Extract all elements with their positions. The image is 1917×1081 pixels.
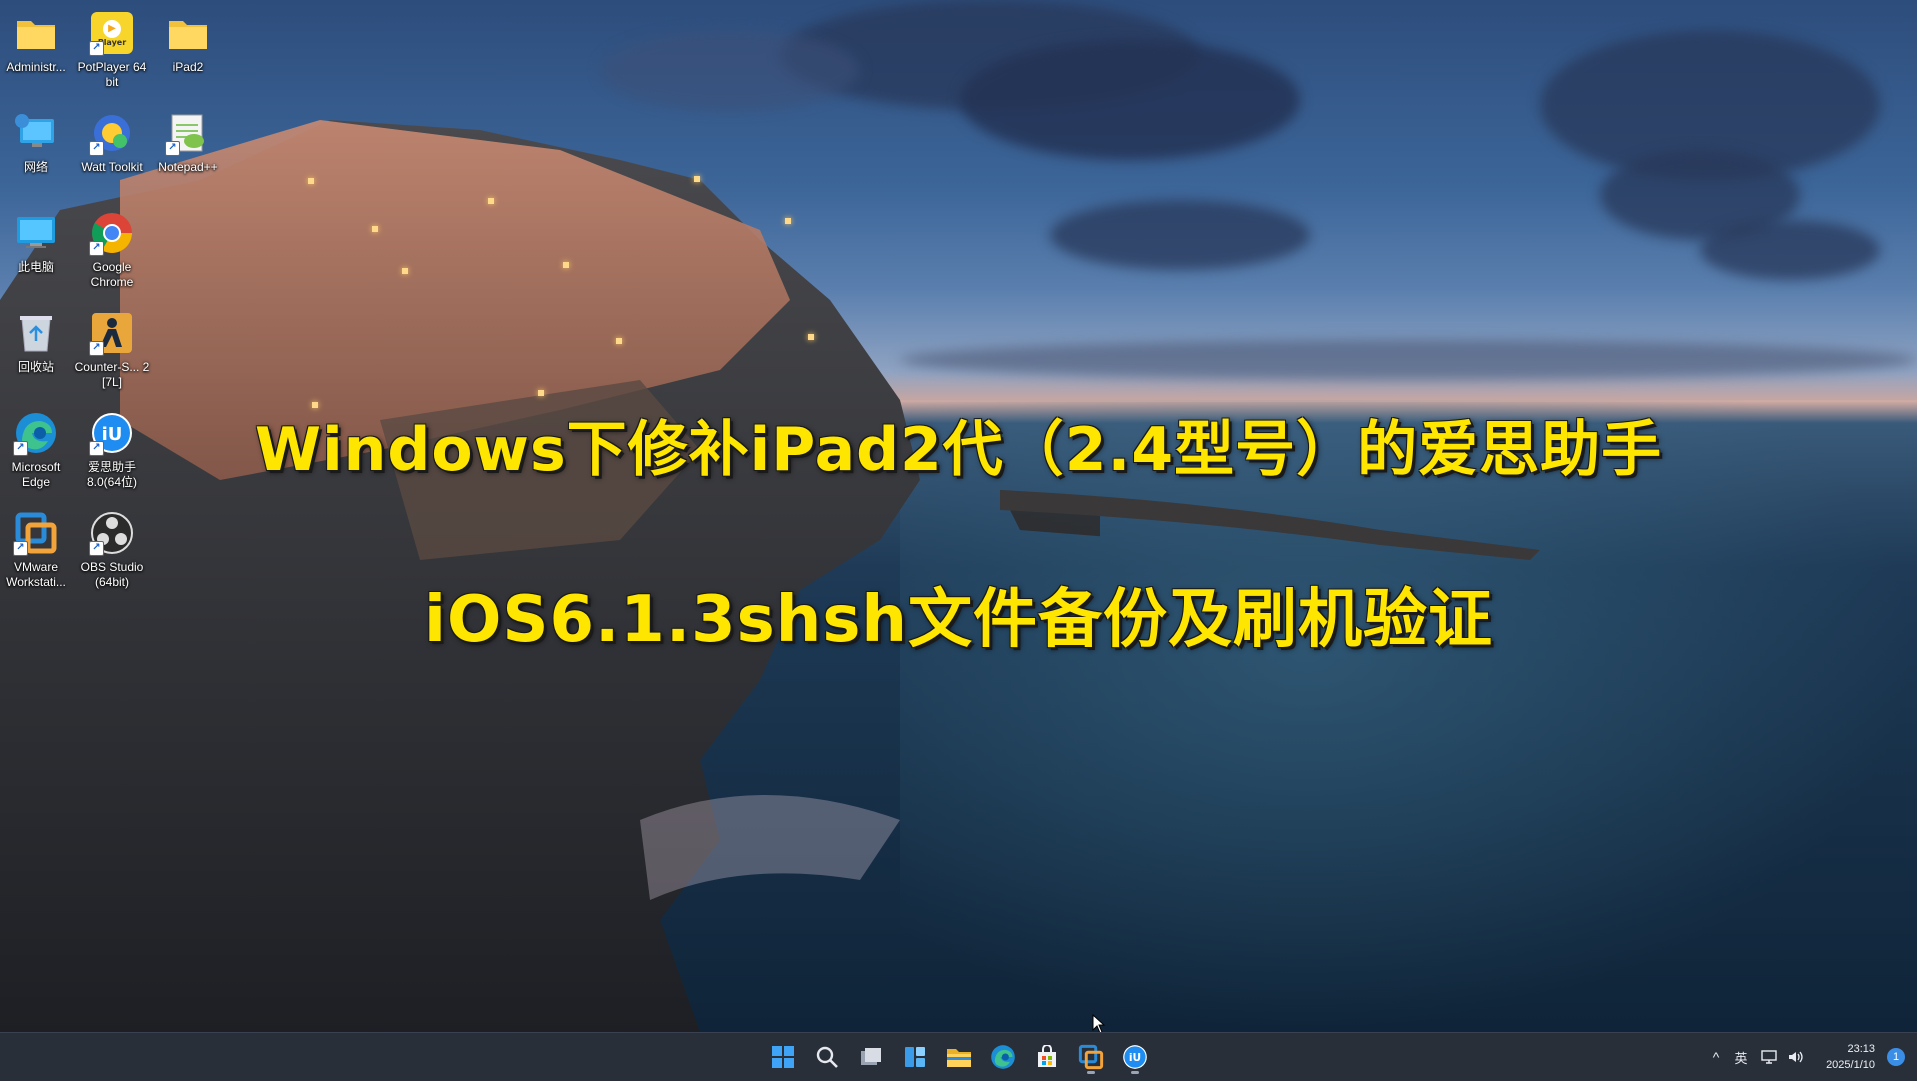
shortcut-arrow-icon: ↗ xyxy=(89,241,104,256)
desktop-icon-counter-strike[interactable]: ↗ Counter-S... 2 [7L] xyxy=(74,304,150,394)
desktop-icon-label: Counter-S... 2 [7L] xyxy=(74,360,150,389)
desktop-icon-label: Notepad++ xyxy=(158,160,218,174)
desktop-icon-administrator[interactable]: Administr... xyxy=(0,4,74,94)
desktop-icon-watt-toolkit[interactable]: ↗ Watt Toolkit xyxy=(74,104,150,194)
search-icon xyxy=(816,1046,838,1068)
potplayer-icon: ▶ Player ↗ xyxy=(89,10,135,56)
desktop-icon-potplayer[interactable]: ▶ Player ↗ PotPlayer 64 bit xyxy=(74,4,150,94)
desktop-icon-network[interactable]: 网络 xyxy=(0,104,74,194)
overlay-subtitle: iOS6.1.3shsh文件备份及刷机验证 xyxy=(424,583,1493,657)
desktop-icon-label: Google Chrome xyxy=(90,260,134,289)
edge-icon xyxy=(991,1045,1015,1069)
notification-badge[interactable]: 1 xyxy=(1887,1048,1905,1066)
start-button[interactable] xyxy=(765,1039,801,1075)
this-pc-icon xyxy=(13,210,59,256)
i4-assistant-button[interactable]: iU xyxy=(1117,1039,1153,1075)
desktop-icon-label: 回收站 xyxy=(17,360,54,374)
overlay-title: Windows下修补iPad2代（2.4型号）的爱思助手 xyxy=(254,415,1663,485)
edge-button[interactable] xyxy=(985,1039,1021,1075)
shortcut-arrow-icon: ↗ xyxy=(89,41,104,56)
widgets-icon xyxy=(905,1047,925,1067)
vmware-icon: ↗ xyxy=(13,510,59,556)
folder-icon xyxy=(947,1049,971,1067)
i4-assistant-icon: iU xyxy=(1123,1045,1147,1069)
desktop-icon-ipad2-folder[interactable]: iPad2 xyxy=(150,4,226,94)
desktop-icon-recycle-bin[interactable]: 回收站 xyxy=(0,304,74,394)
desktop-icon-google-chrome[interactable]: ↗ Google Chrome xyxy=(74,204,150,294)
mouse-cursor-icon xyxy=(1092,1013,1106,1032)
shortcut-arrow-icon: ↗ xyxy=(89,541,104,556)
windows-logo-icon xyxy=(772,1046,794,1068)
counter-strike-icon: ↗ xyxy=(89,310,135,356)
clock-time: 23:13 xyxy=(1847,1043,1875,1055)
network-status-icon[interactable] xyxy=(1756,1049,1782,1065)
obs-icon: ↗ xyxy=(89,510,135,556)
task-view-button[interactable] xyxy=(853,1039,889,1075)
vmware-icon xyxy=(1078,1044,1104,1070)
watt-toolkit-icon: ↗ xyxy=(89,110,135,156)
task-view-icon xyxy=(861,1048,881,1065)
network-icon xyxy=(13,110,59,156)
shortcut-arrow-icon: ↗ xyxy=(13,541,28,556)
shortcut-arrow-icon: ↗ xyxy=(165,141,180,156)
desktop-icon-label: 网络 xyxy=(23,160,48,174)
notepad-plus-plus-icon: ↗ xyxy=(165,110,211,156)
wallpaper xyxy=(0,0,1917,1032)
vmware-button[interactable] xyxy=(1073,1039,1109,1075)
shortcut-arrow-icon: ↗ xyxy=(89,141,104,156)
desktop[interactable]: Administr... ▶ Player ↗ PotPlayer 64 bit… xyxy=(0,0,1917,1032)
taskbar-clock[interactable]: 23:13 2025/1/10 xyxy=(1805,1041,1875,1073)
desktop-icon-label: Watt Toolkit xyxy=(81,160,143,174)
desktop-icon-notepad-plus-plus[interactable]: ↗ Notepad++ xyxy=(150,104,226,194)
desktop-icon-label: iPad2 xyxy=(172,60,204,74)
system-tray: ^ 英 xyxy=(1706,1033,1808,1081)
file-explorer-button[interactable] xyxy=(941,1039,977,1075)
folder-icon xyxy=(165,10,211,56)
clock-date: 2025/1/10 xyxy=(1826,1059,1875,1071)
search-button[interactable] xyxy=(809,1039,845,1075)
widgets-button[interactable] xyxy=(897,1039,933,1075)
folder-icon xyxy=(13,10,59,56)
store-button[interactable] xyxy=(1029,1039,1065,1075)
desktop-icon-label: PotPlayer 64 bit xyxy=(77,60,147,89)
desktop-icon-label: 此电脑 xyxy=(17,260,54,274)
recycle-bin-icon xyxy=(13,310,59,356)
desktop-icon-label: Administr... xyxy=(6,60,66,74)
desktop-icon-this-pc[interactable]: 此电脑 xyxy=(0,204,74,294)
svg-text:iU: iU xyxy=(1129,1051,1141,1064)
ime-indicator[interactable]: 英 xyxy=(1726,1048,1756,1067)
shortcut-arrow-icon: ↗ xyxy=(89,341,104,356)
chrome-icon: ↗ xyxy=(89,210,135,256)
tray-overflow-chevron-icon[interactable]: ^ xyxy=(1706,1049,1726,1065)
breakwater xyxy=(1000,490,1540,560)
store-icon xyxy=(1038,1045,1056,1067)
taskbar: iU ^ 英 23:13 2025/1/10 1 xyxy=(0,1032,1917,1081)
